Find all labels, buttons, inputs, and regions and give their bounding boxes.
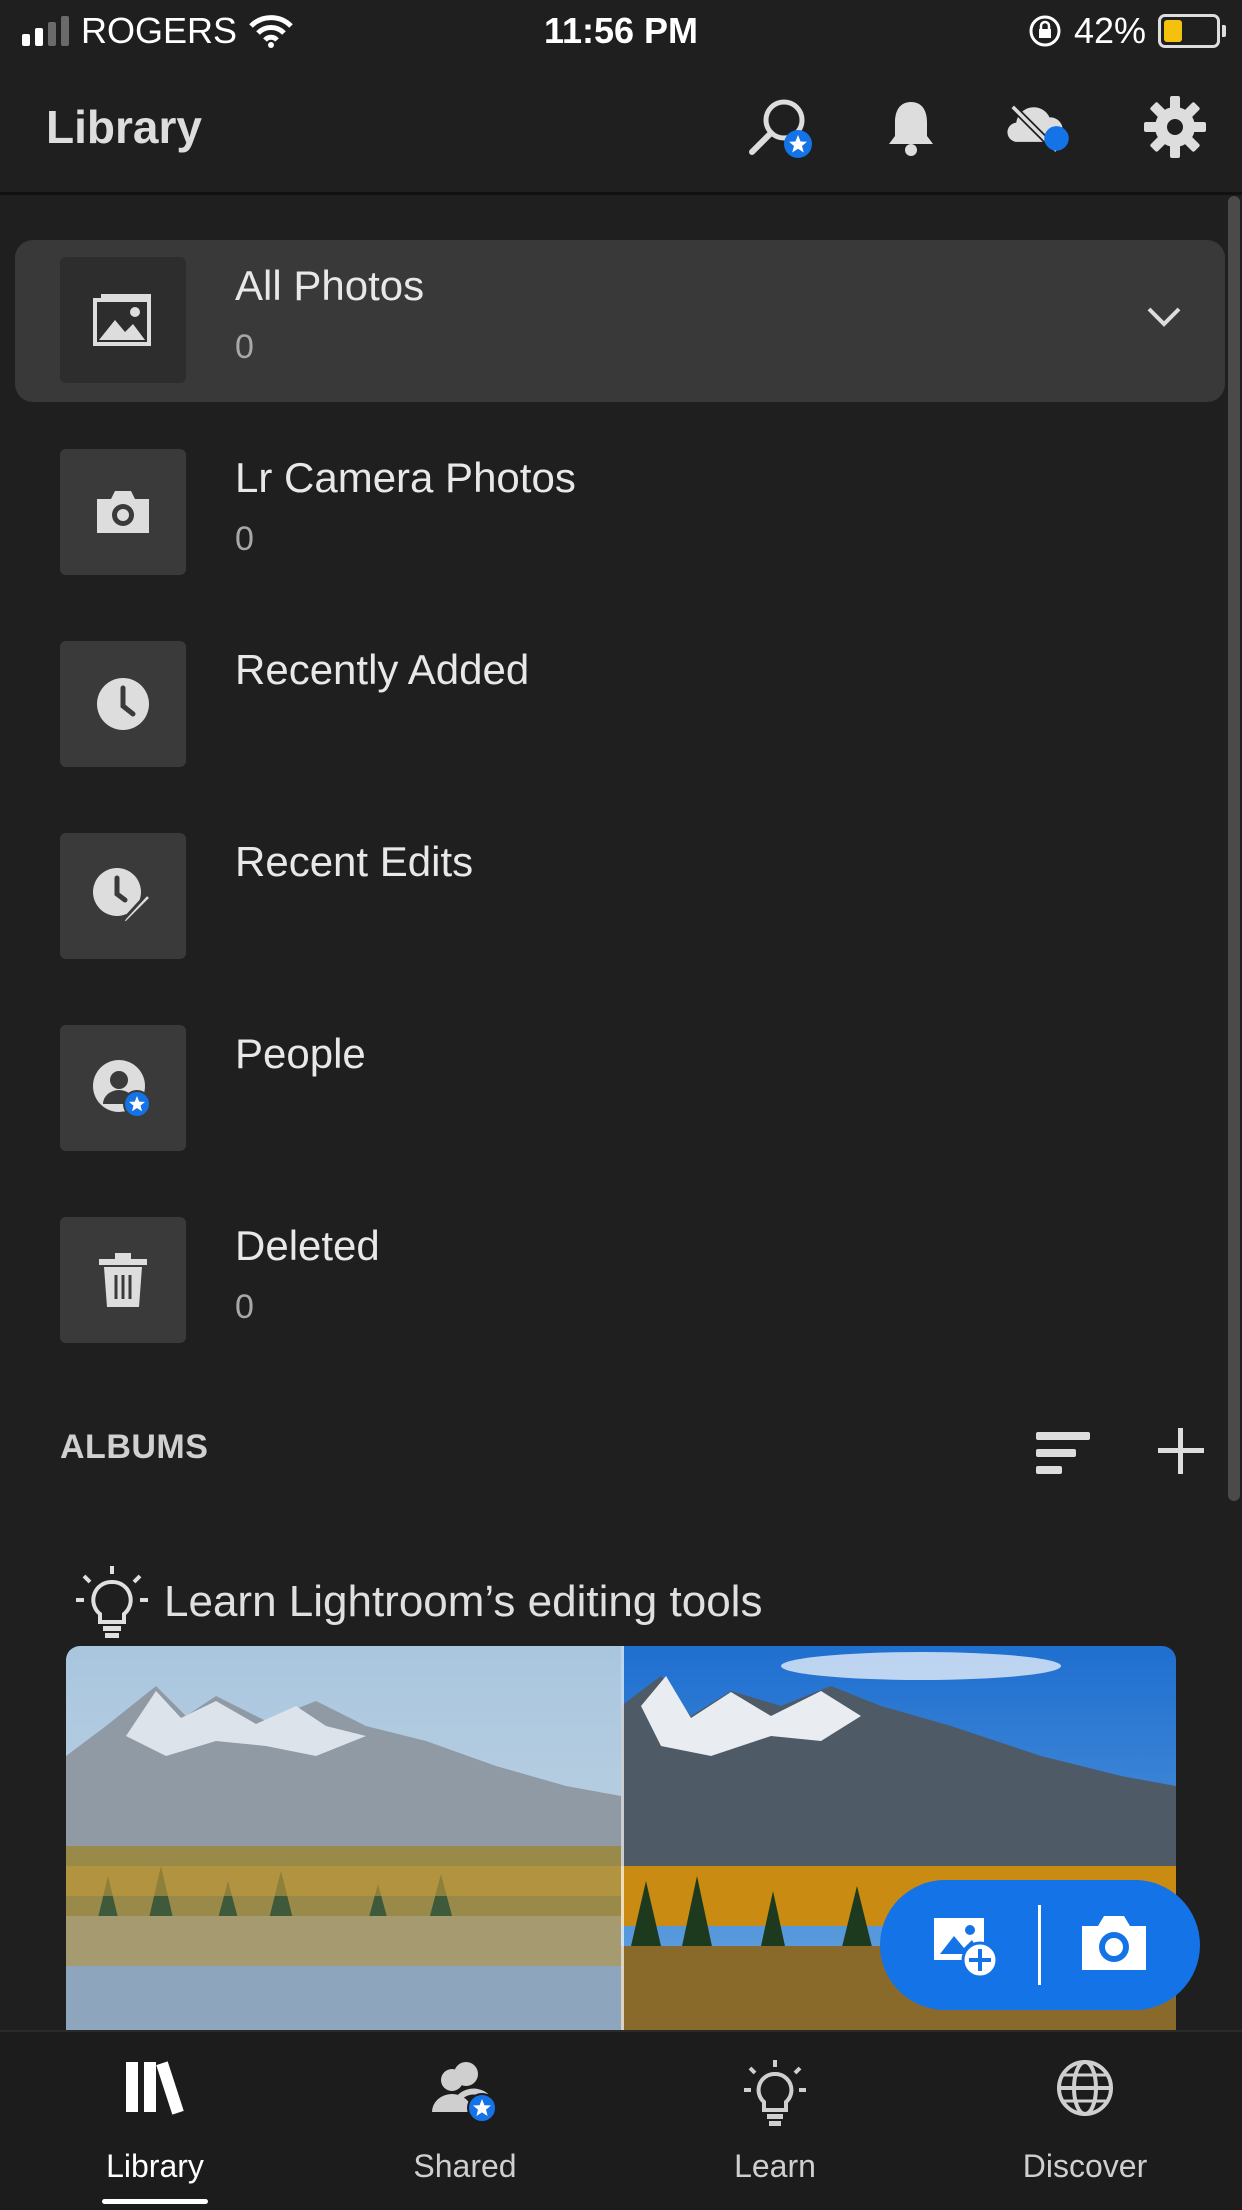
add-album-icon[interactable] — [1156, 1426, 1206, 1476]
header: Library — [0, 62, 1242, 195]
albums-heading: ALBUMS — [60, 1428, 209, 1466]
battery-percent: 42% — [1073, 10, 1146, 51]
learn-banner-title[interactable]: Learn Lightroom’s editing tools — [74, 1564, 762, 1640]
before-photo — [66, 1646, 621, 2030]
trash-icon — [60, 1217, 186, 1343]
add-photos-fab — [880, 1880, 1200, 2010]
add-photo-icon[interactable] — [930, 1910, 1000, 1980]
lightbulb-icon — [744, 2060, 806, 2126]
orientation-lock-icon — [1029, 15, 1061, 47]
camera-capture-icon[interactable] — [1078, 1910, 1150, 1976]
status-bar: ROGERS 11:56 PM 42% — [0, 0, 1242, 62]
tab-label: Library — [106, 2148, 204, 2184]
chevron-down-icon[interactable] — [1143, 295, 1185, 337]
person-icon — [60, 1025, 186, 1151]
list-item-label: Deleted — [235, 1222, 380, 1269]
sort-icon[interactable] — [1036, 1430, 1092, 1476]
list-item-label: People — [235, 1030, 366, 1077]
list-item-all-photos[interactable]: All Photos 0 — [15, 240, 1225, 402]
photo-icon — [60, 257, 186, 383]
tab-learn[interactable]: Learn — [620, 2032, 930, 2210]
page-title: Library — [46, 101, 202, 153]
tab-shared[interactable]: Shared — [310, 2032, 620, 2210]
list-item-count: 0 — [235, 1288, 254, 1326]
shared-icon — [432, 2062, 497, 2123]
active-tab-indicator — [102, 2199, 208, 2204]
battery-icon — [1158, 14, 1226, 48]
list-item-label: Recent Edits — [235, 838, 474, 885]
list-item-recent-edits[interactable]: Recent Edits — [15, 816, 1225, 978]
before-after-divider[interactable] — [621, 1646, 624, 2030]
gear-icon[interactable] — [1140, 92, 1210, 162]
list-item-deleted[interactable]: Deleted 0 — [15, 1200, 1225, 1362]
library-icon — [126, 2061, 184, 2115]
lightbulb-icon — [76, 1566, 148, 1638]
tab-discover[interactable]: Discover — [930, 2032, 1240, 2210]
search-icon[interactable] — [744, 92, 814, 162]
list-item-count: 0 — [235, 520, 254, 558]
list-item-count: 0 — [235, 328, 254, 366]
clock-icon — [60, 641, 186, 767]
bell-icon[interactable] — [876, 92, 946, 162]
list-item-people[interactable]: People — [15, 1008, 1225, 1170]
fab-divider — [1038, 1905, 1041, 1985]
camera-icon — [60, 449, 186, 575]
list-item-label: Recently Added — [235, 646, 530, 693]
globe-icon — [1057, 2060, 1113, 2116]
list-item-recently-added[interactable]: Recently Added — [15, 624, 1225, 786]
list-item-label: Lr Camera Photos — [235, 454, 576, 501]
list-item-lr-camera-photos[interactable]: Lr Camera Photos 0 — [15, 432, 1225, 594]
tab-label: Learn — [734, 2148, 816, 2184]
list-item-label: All Photos — [235, 262, 425, 309]
scrollbar[interactable] — [1228, 196, 1240, 1501]
tab-label: Discover — [1022, 2148, 1148, 2184]
tab-label: Shared — [413, 2148, 517, 2184]
clock-edit-icon — [60, 833, 186, 959]
learn-banner-text: Learn Lightroom’s editing tools — [164, 1577, 763, 1626]
cloud-off-icon[interactable] — [1004, 92, 1074, 162]
tab-bar: Library Shared Learn Discover — [0, 2030, 1242, 2210]
tab-library[interactable]: Library — [0, 2032, 310, 2210]
